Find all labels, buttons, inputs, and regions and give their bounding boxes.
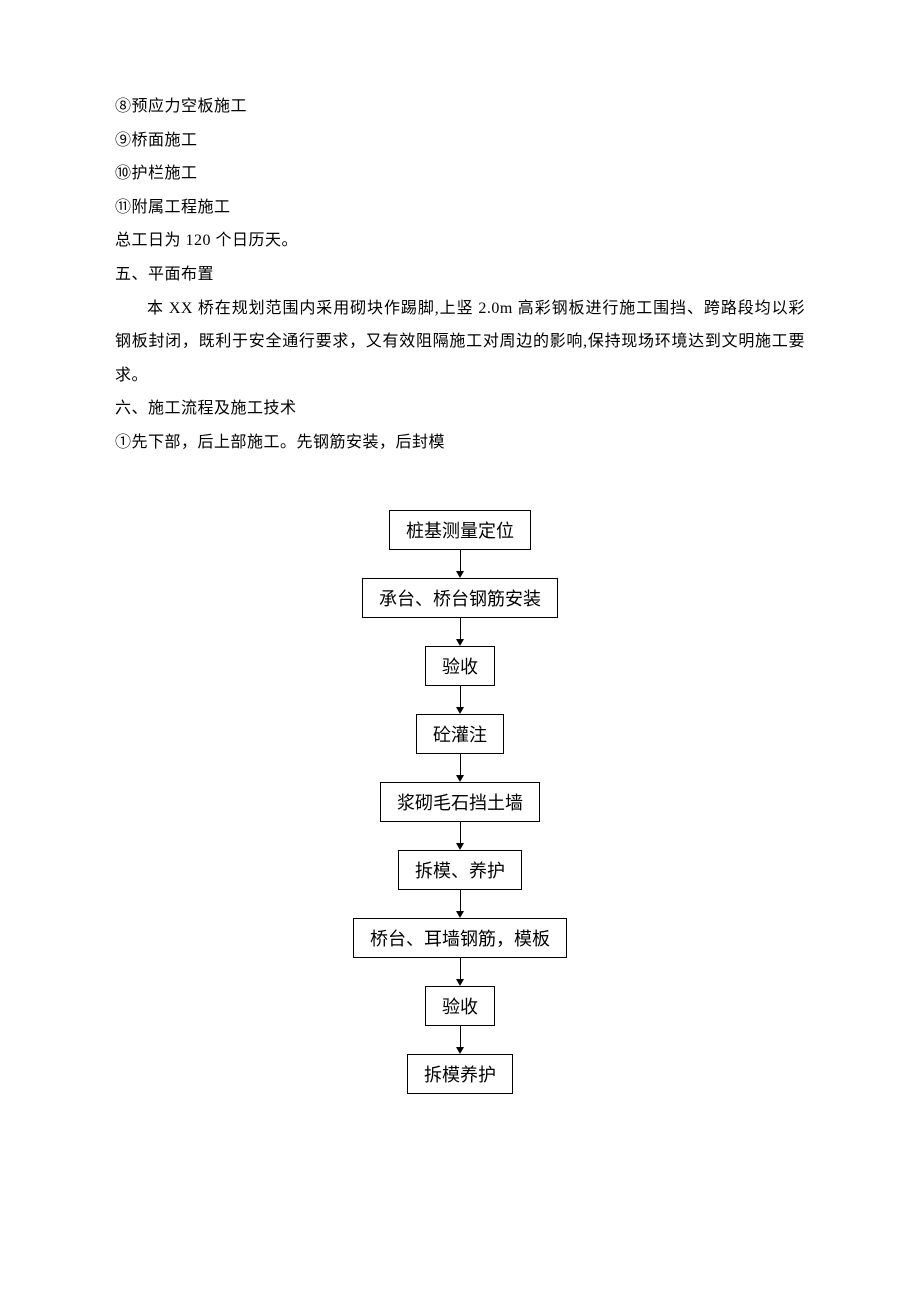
- section-6-title: 六、施工流程及施工技术: [115, 392, 805, 426]
- flow-step-7: 桥台、耳墙钢筋，模板: [353, 918, 567, 958]
- document-body: ⑧预应力空板施工 ⑨桥面施工 ⑩护栏施工 ⑪附属工程施工 总工日为 120 个日…: [115, 90, 805, 460]
- list-item: ⑩护栏施工: [115, 157, 805, 191]
- flow-step-6: 拆模、养护: [398, 850, 522, 890]
- flowchart: 桩基测量定位 承台、桥台钢筋安装 验收 砼灌注 浆砌毛石挡土墙 拆模、养护 桥台…: [115, 510, 805, 1094]
- arrow-icon: [460, 550, 461, 578]
- arrow-icon: [460, 890, 461, 918]
- list-item: ⑧预应力空板施工: [115, 90, 805, 124]
- arrow-icon: [460, 822, 461, 850]
- flow-step-4: 砼灌注: [416, 714, 504, 754]
- flow-step-5: 浆砌毛石挡土墙: [380, 782, 540, 822]
- total-days: 总工日为 120 个日历天。: [115, 224, 805, 258]
- section-5-title: 五、平面布置: [115, 258, 805, 292]
- section-5-paragraph: 本 XX 桥在规划范围内采用砌块作踢脚,上竖 2.0m 高彩钢板进行施工围挡、跨…: [115, 292, 805, 393]
- list-item: ⑪附属工程施工: [115, 191, 805, 225]
- flow-step-3: 验收: [425, 646, 495, 686]
- arrow-icon: [460, 618, 461, 646]
- arrow-icon: [460, 958, 461, 986]
- flow-step-9: 拆模养护: [407, 1054, 513, 1094]
- flow-step-8: 验收: [425, 986, 495, 1026]
- section-6-sub: ①先下部，后上部施工。先钢筋安装，后封模: [115, 426, 805, 460]
- flow-step-2: 承台、桥台钢筋安装: [362, 578, 558, 618]
- arrow-icon: [460, 1026, 461, 1054]
- list-item: ⑨桥面施工: [115, 124, 805, 158]
- arrow-icon: [460, 686, 461, 714]
- flow-step-1: 桩基测量定位: [389, 510, 531, 550]
- arrow-icon: [460, 754, 461, 782]
